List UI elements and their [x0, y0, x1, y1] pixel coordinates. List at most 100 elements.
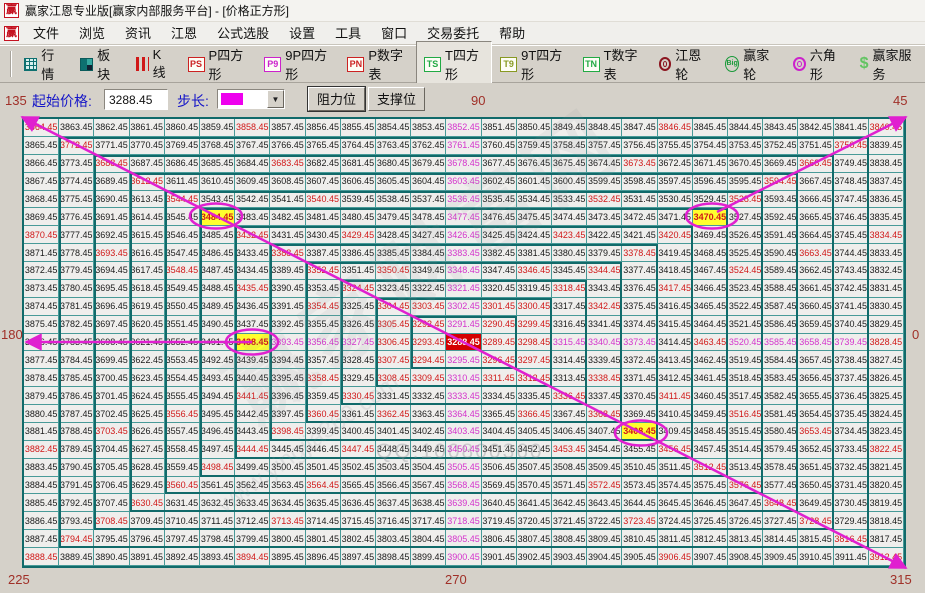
price-cell: 3519.45 [728, 351, 763, 369]
price-cell: 3547.45 [165, 244, 200, 262]
price-cell: 3527.45 [728, 208, 763, 226]
price-cell: 3848.45 [587, 119, 622, 137]
price-cell: 3314.45 [552, 351, 587, 369]
price-cell: 3326.45 [341, 316, 376, 334]
toolbar-button-quotes[interactable]: 行情 [16, 41, 72, 87]
price-cell: 3355.45 [306, 316, 341, 334]
toolbar-button-9p-square[interactable]: P99P四方形 [256, 41, 339, 87]
price-cell: 3366.45 [517, 405, 552, 423]
toolbar-button-kline[interactable]: K线 [128, 43, 180, 85]
toolbar-button-t-square[interactable]: TST四方形 [416, 41, 492, 87]
price-cell: 3400.45 [341, 423, 376, 441]
price-cell: 3322.45 [411, 280, 446, 298]
resistance-button[interactable]: 阻力位 [308, 87, 365, 111]
price-cell: 3837.45 [869, 173, 904, 191]
title-bar: 赢 赢家江恩专业版[赢家内部服务平台] - [价格正方形] [0, 0, 925, 22]
price-cell: 3812.45 [693, 530, 728, 548]
toolbar-label: K线 [153, 47, 172, 81]
toolbar-button-p-table[interactable]: PNP数字表 [339, 41, 416, 87]
price-cell: 3788.45 [59, 423, 94, 441]
price-cell: 3823.45 [869, 423, 904, 441]
price-cell: 3885.45 [24, 494, 59, 512]
price-cell: 3869.45 [24, 208, 59, 226]
price-cell: 3906.45 [658, 548, 693, 566]
price-cell: 3478.45 [411, 208, 446, 226]
price-cell: 3654.45 [798, 405, 833, 423]
price-cell: 3626.45 [130, 423, 165, 441]
dropdown-arrow-icon[interactable]: ▼ [267, 90, 284, 108]
price-cell: 3911.45 [834, 548, 869, 566]
toolbar-button-t-table[interactable]: TNT数字表 [575, 41, 651, 87]
price-cell: 3358.45 [306, 369, 341, 387]
price-cell: 3337.45 [587, 387, 622, 405]
price-cell: 3685.45 [200, 155, 235, 173]
price-cell: 3417.45 [658, 280, 693, 298]
start-price-label: 起始价格: [32, 91, 92, 111]
support-button[interactable]: 支撑位 [368, 87, 425, 111]
price-cell: 3742.45 [834, 280, 869, 298]
price-cell: 3859.45 [200, 119, 235, 137]
toolbar-button-sectors[interactable]: 板块 [72, 41, 128, 87]
price-cell: 3399.45 [306, 423, 341, 441]
price-cell: 3347.45 [482, 262, 517, 280]
winner-service-icon: $ [860, 57, 869, 71]
price-cell: 3368.45 [587, 405, 622, 423]
price-cell: 3876.45 [24, 334, 59, 352]
price-cell: 3407.45 [587, 423, 622, 441]
price-cell: 3878.45 [24, 369, 59, 387]
price-cell: 3328.45 [341, 351, 376, 369]
price-cell: 3782.45 [59, 316, 94, 334]
price-cell: 3432.45 [235, 226, 270, 244]
price-cell: 3862.45 [94, 119, 129, 137]
price-cell: 3433.45 [235, 244, 270, 262]
price-cell: 3434.45 [235, 262, 270, 280]
price-cell: 3791.45 [59, 477, 94, 495]
toolbar-button-winner-wheel[interactable]: Big赢家轮 [717, 41, 785, 87]
key-price-cell: 3408.45 [622, 423, 657, 441]
price-cell: 3405.45 [517, 423, 552, 441]
child-window-icon: 赢 [4, 26, 19, 41]
price-cell: 3561.45 [200, 477, 235, 495]
price-cell: 3845.45 [693, 119, 728, 137]
quotes-icon [24, 58, 37, 71]
step-color-dropdown[interactable]: ▼ [217, 89, 285, 109]
toolbar-button-gann-wheel[interactable]: 江恩轮 [651, 41, 717, 87]
toolbar-button-p-square[interactable]: PSP四方形 [180, 41, 257, 87]
price-cell: 3545.45 [165, 208, 200, 226]
price-cell: 3492.45 [200, 351, 235, 369]
price-cell: 3321.45 [446, 280, 481, 298]
price-cell: 3630.45 [130, 494, 165, 512]
price-cell: 3307.45 [376, 351, 411, 369]
price-cell: 3555.45 [165, 387, 200, 405]
price-cell: 3308.45 [376, 369, 411, 387]
toolbar-separator [10, 51, 12, 77]
price-cell: 3584.45 [763, 351, 798, 369]
price-cell: 3591.45 [763, 226, 798, 244]
price-cell: 3657.45 [798, 351, 833, 369]
price-cell: 3498.45 [200, 459, 235, 477]
price-cell: 3827.45 [869, 351, 904, 369]
toolbar-button-hexagon[interactable]: 六角形 [785, 41, 851, 87]
price-cell: 3682.45 [306, 155, 341, 173]
price-cell: 3473.45 [587, 208, 622, 226]
price-cell: 3349.45 [411, 262, 446, 280]
price-cell: 3810.45 [622, 530, 657, 548]
price-cell: 3671.45 [693, 155, 728, 173]
price-cell: 3623.45 [130, 369, 165, 387]
price-cell: 3764.45 [341, 137, 376, 155]
toolbar-button-9t-square[interactable]: T99T四方形 [492, 41, 574, 87]
price-cell: 3600.45 [552, 173, 587, 191]
price-cell: 3363.45 [411, 405, 446, 423]
price-cell: 3421.45 [622, 226, 657, 244]
price-cell: 3435.45 [235, 280, 270, 298]
price-cell: 3749.45 [834, 155, 869, 173]
toolbar-button-winner-service[interactable]: $赢家服务 [852, 41, 925, 87]
price-cell: 3487.45 [200, 262, 235, 280]
toolbar-label: 行情 [41, 45, 64, 83]
price-cell: 3844.45 [728, 119, 763, 137]
start-price-input[interactable] [104, 89, 168, 110]
price-cell: 3750.45 [834, 137, 869, 155]
price-cell: 3520.45 [728, 334, 763, 352]
price-cell: 3784.45 [59, 351, 94, 369]
price-cell: 3362.45 [376, 405, 411, 423]
